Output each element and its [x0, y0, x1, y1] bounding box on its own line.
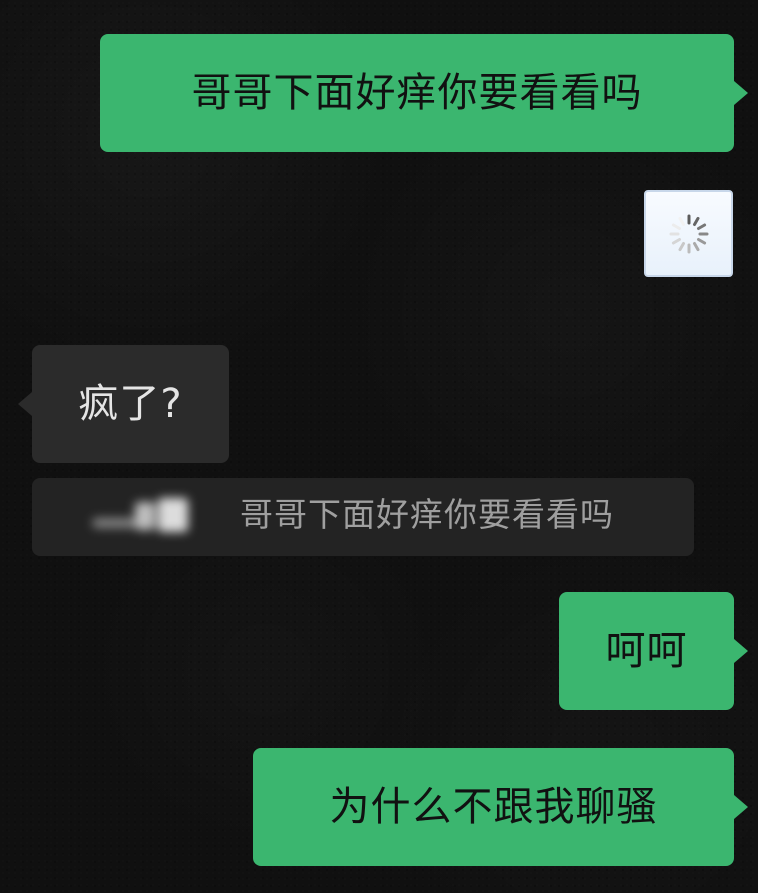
outgoing-message-bubble[interactable]: 为什么不跟我聊骚: [253, 748, 734, 866]
message-text: 哥哥下面好痒你要看看吗: [191, 70, 643, 116]
incoming-message-bubble[interactable]: 疯了?: [32, 345, 229, 463]
outgoing-message-bubble[interactable]: 呵呵: [559, 592, 734, 710]
thumbnail-shape: [135, 502, 155, 530]
thumbnail-shape: [158, 498, 188, 532]
quoted-reply-text: 哥哥下面好痒你要看看吗: [240, 495, 614, 534]
outgoing-message-bubble[interactable]: 哥哥下面好痒你要看看吗: [100, 34, 734, 152]
message-text: 疯了?: [78, 381, 183, 427]
loading-image-card[interactable]: [644, 190, 733, 277]
message-text: 呵呵: [605, 628, 688, 674]
quoted-reply[interactable]: 哥哥下面好痒你要看看吗: [32, 478, 694, 556]
message-text: 为什么不跟我聊骚: [329, 784, 658, 830]
thumbnail-shape: [92, 518, 137, 528]
blurred-image-thumbnail: [32, 478, 192, 556]
loading-spinner-icon: [669, 214, 708, 253]
